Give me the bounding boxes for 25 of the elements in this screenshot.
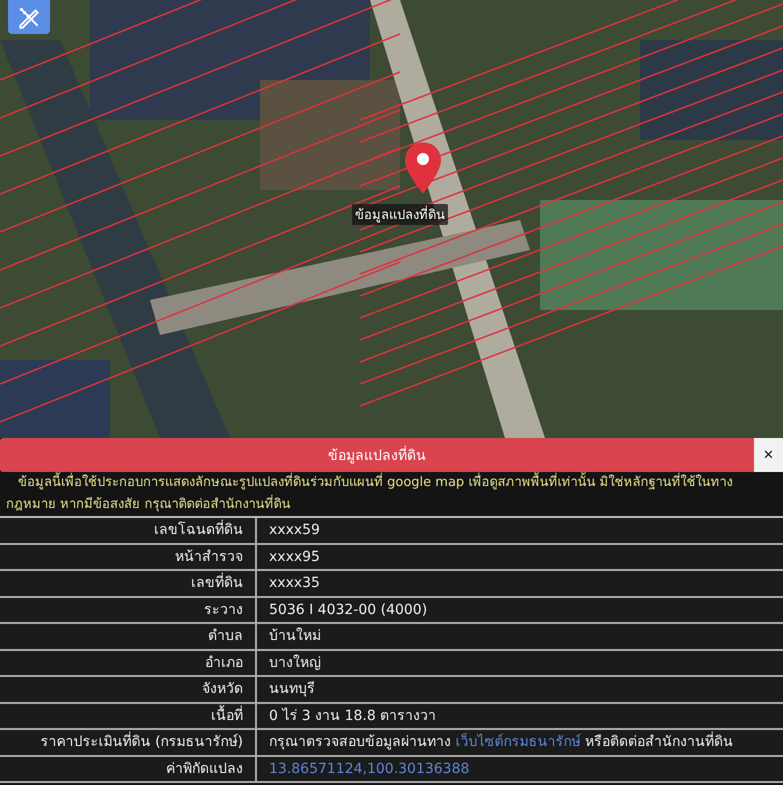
table-cell: xxxx35 <box>257 571 783 598</box>
row-label: เลขโฉนดที่ดิน <box>0 518 257 544</box>
table-cell: 5036 I 4032-00 (4000) <box>257 598 783 624</box>
table-cell: xxxx59 <box>257 518 783 544</box>
table-cell: นนทบุรี <box>257 677 783 704</box>
close-button[interactable]: × <box>754 438 783 472</box>
table-cell: บางใหญ่ <box>257 650 783 677</box>
coordinates-link[interactable]: 13.86571124,100.30136388 <box>257 756 783 783</box>
row-label: ระวาง <box>0 598 257 624</box>
row-label: อำเภอ <box>0 650 257 677</box>
row-label: ตำบล <box>0 624 257 650</box>
website-link[interactable]: เว็บไซต์กรมธนารักษ์ <box>455 734 580 750</box>
row-label: ค่าพิกัดแปลง <box>0 756 257 783</box>
disclaimer-text: ข้อมูลนี้เพื่อใช้ประกอบการแสดงลักษณะรูปแปลงที่ดินร่วมกับแผนที่ google map เพื่อดูสภาพพื้นที่เท่านั้น มิใช่หลักฐานที่ใช้ในทางกฎหมาย หากมีข้อสงสัย กรุณาติดต่อสำนักงานที่ดิน <box>0 472 783 516</box>
panel-title: ข้อมูลแปลงที่ดิน <box>0 438 754 472</box>
row-label: ราคาประเมินที่ดิน (กรมธนารักษ์) <box>0 730 257 756</box>
row-label: หน้าสำรวจ <box>0 544 257 571</box>
table-cell: บ้านใหม่ <box>257 624 783 650</box>
table-cell: กรุณาตรวจสอบข้อมูลผ่านทาง เว็บไซต์กรมธนารักษ์ หรือติดต่อสำนักงานที่ดิน <box>257 730 783 756</box>
table-cell: xxxx95 <box>257 544 783 571</box>
pin-label: ข้อมูลแปลงที่ดิน <box>352 204 448 225</box>
row-label: เลขที่ดิน <box>0 571 257 598</box>
table-cell: 0 ไร่ 3 งาน 18.8 ตารางวา <box>257 704 783 730</box>
row-label: เนื้อที่ <box>0 704 257 730</box>
row-label: จังหวัด <box>0 677 257 704</box>
